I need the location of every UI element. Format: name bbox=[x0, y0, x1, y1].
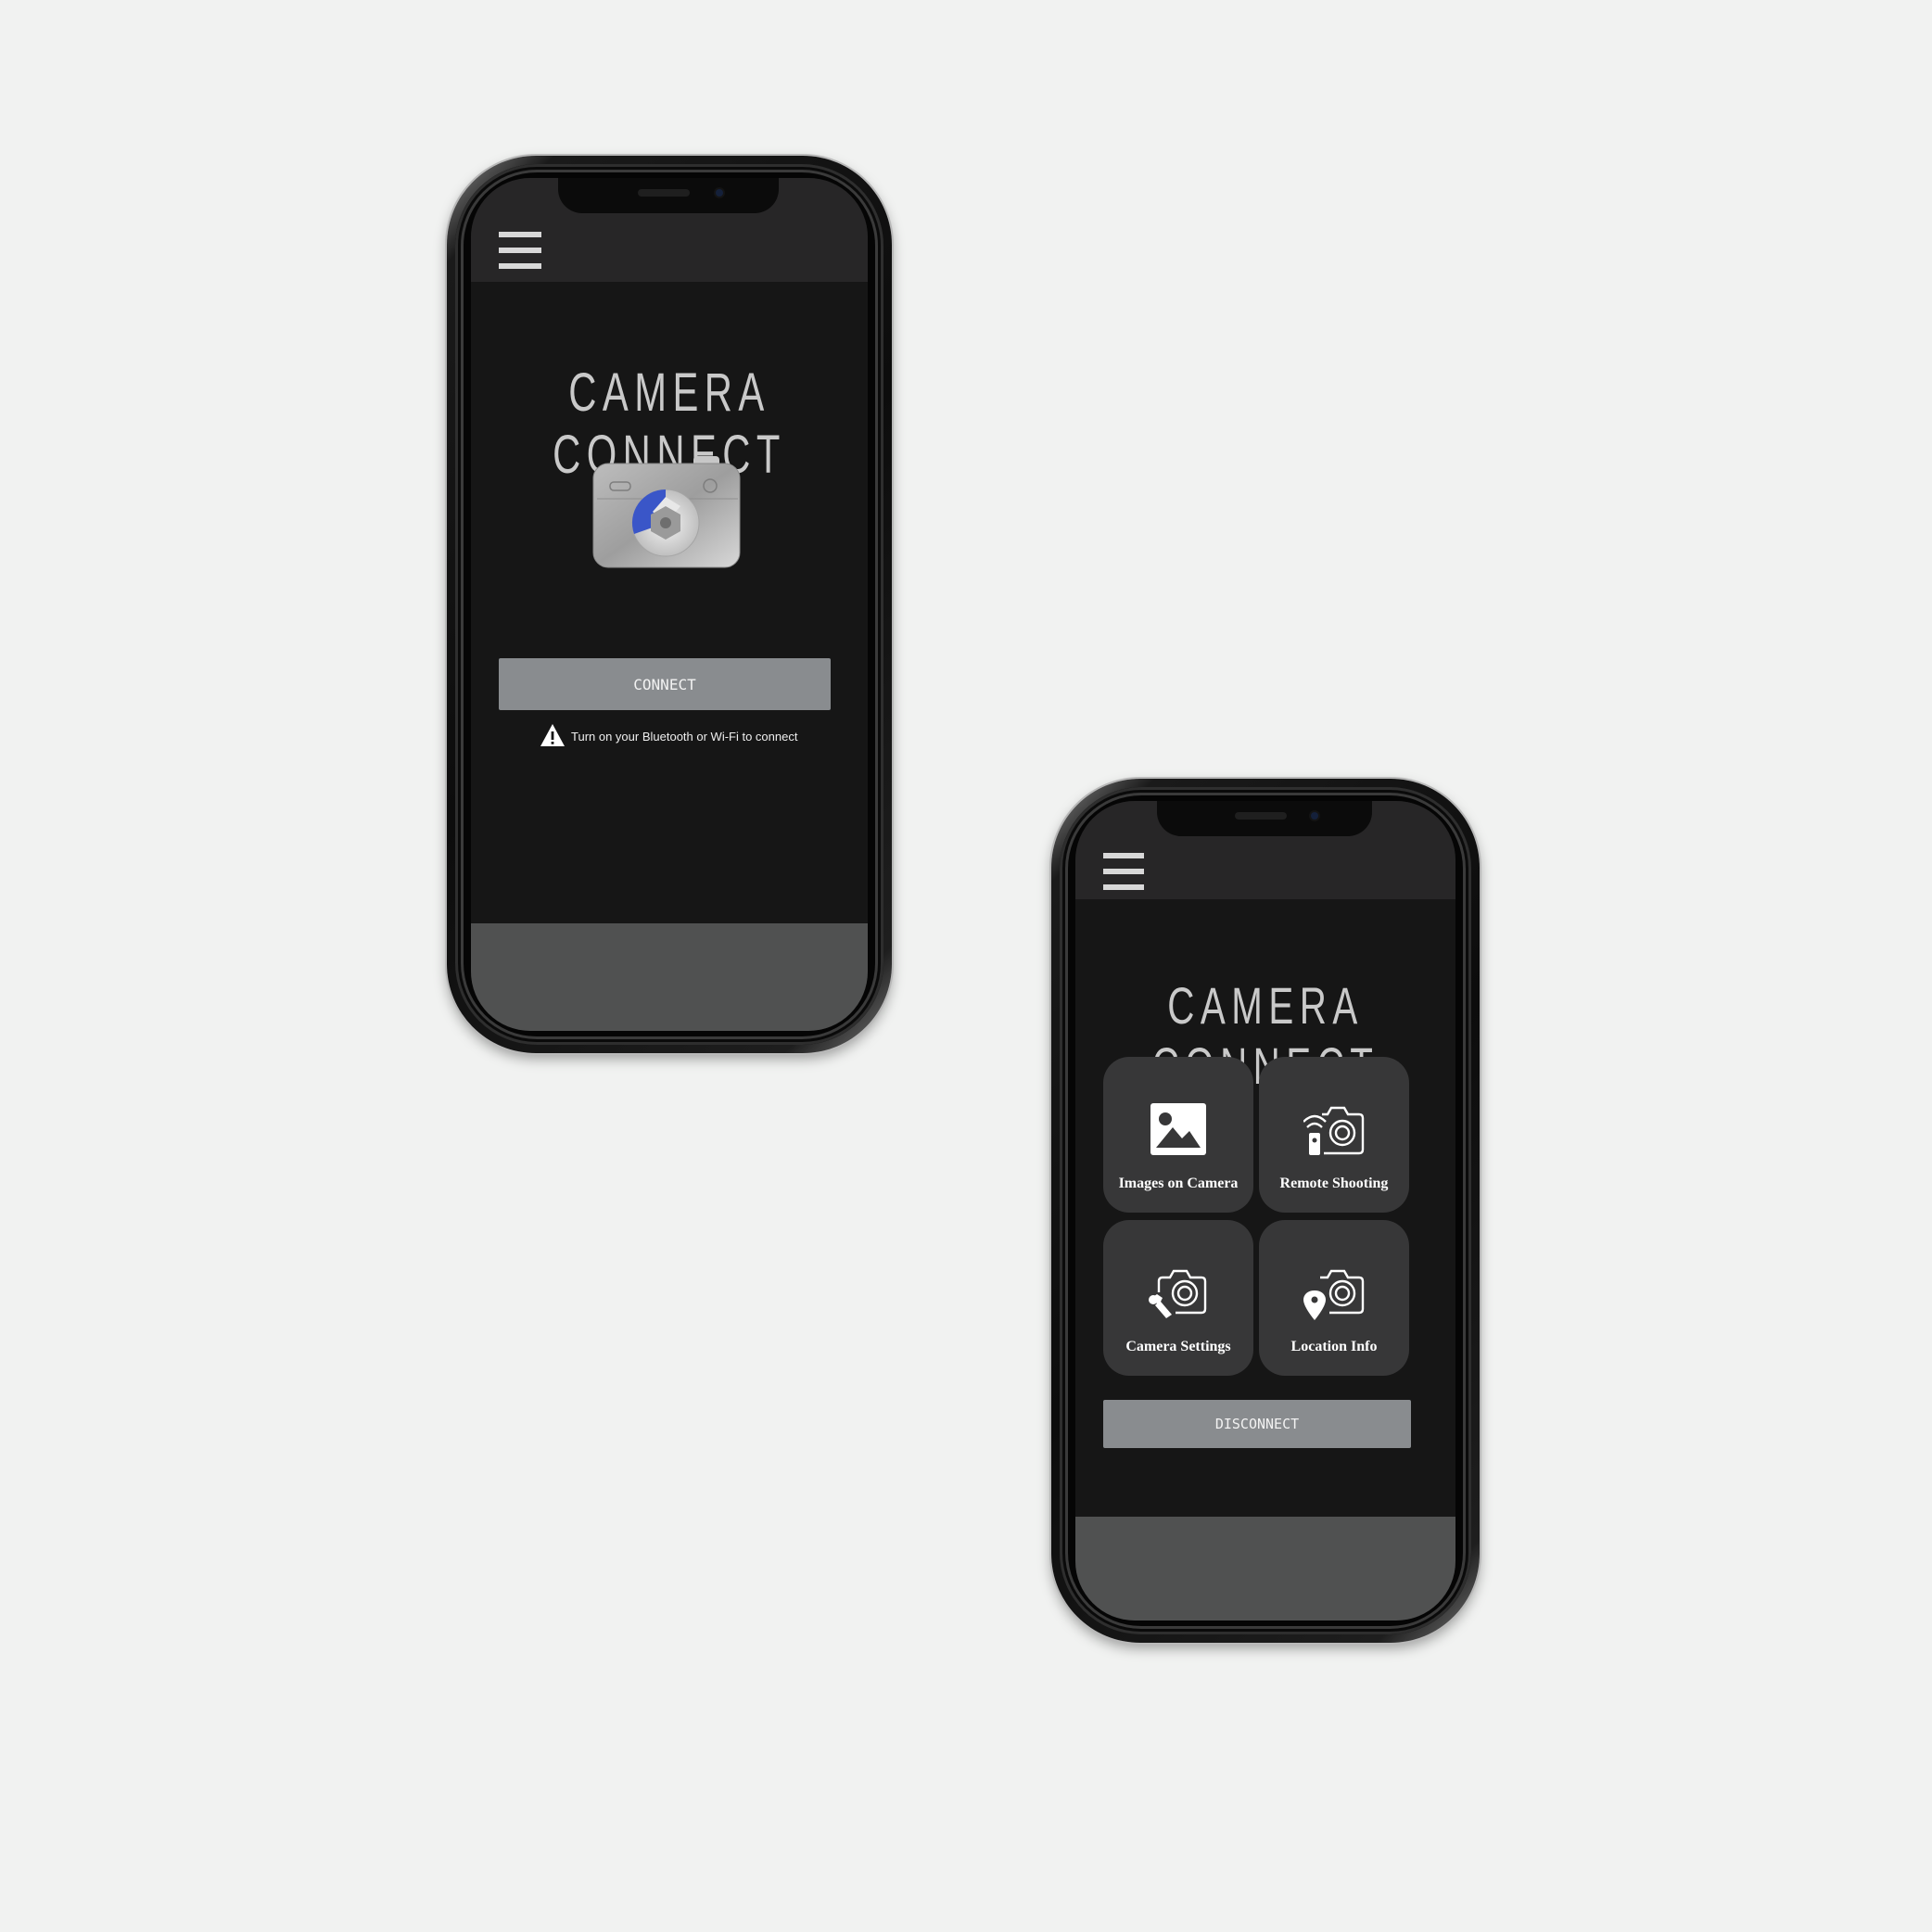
hamburger-menu-icon[interactable] bbox=[499, 232, 541, 279]
screen: CAMERA CONNECT Images on Camera bbox=[1075, 801, 1455, 1621]
warning-text: Turn on your Bluetooth or Wi-Fi to conne… bbox=[571, 730, 798, 744]
camera-settings-icon bbox=[1148, 1266, 1209, 1326]
tile-label: Remote Shooting bbox=[1279, 1176, 1389, 1191]
hamburger-menu-icon[interactable] bbox=[1103, 853, 1144, 900]
front-camera bbox=[716, 189, 723, 197]
tile-label: Camera Settings bbox=[1125, 1339, 1231, 1354]
tile-label: Location Info bbox=[1290, 1339, 1378, 1354]
disconnect-button[interactable]: DISCONNECT bbox=[1103, 1400, 1411, 1448]
tile-remote-shooting[interactable]: Remote Shooting bbox=[1259, 1057, 1409, 1213]
connection-warning: Turn on your Bluetooth or Wi-Fi to conne… bbox=[540, 723, 797, 750]
phone-connected-screen: CAMERA CONNECT Images on Camera bbox=[1051, 779, 1480, 1643]
tile-camera-settings[interactable]: Camera Settings bbox=[1103, 1220, 1253, 1376]
warning-icon bbox=[540, 723, 566, 750]
bottom-bar bbox=[471, 923, 868, 1031]
image-icon bbox=[1150, 1103, 1206, 1159]
speaker bbox=[1235, 812, 1287, 820]
notch bbox=[1157, 801, 1372, 836]
front-camera bbox=[1311, 812, 1318, 820]
camera-location-icon bbox=[1303, 1266, 1365, 1326]
speaker bbox=[638, 189, 690, 197]
connect-button[interactable]: CONNECT bbox=[499, 658, 831, 710]
tile-label: Images on Camera bbox=[1118, 1176, 1239, 1191]
notch bbox=[558, 178, 779, 213]
screen: CAMERA CONNECT CONNECT Turn on your Blue… bbox=[471, 178, 868, 1031]
tile-images-on-camera[interactable]: Images on Camera bbox=[1103, 1057, 1253, 1213]
tile-location-info[interactable]: Location Info bbox=[1259, 1220, 1409, 1376]
remote-camera-icon bbox=[1303, 1103, 1365, 1161]
camera-app-icon bbox=[591, 454, 745, 569]
bottom-bar bbox=[1075, 1517, 1455, 1621]
phone-connect-screen: CAMERA CONNECT CONNECT Turn on your Blue… bbox=[447, 156, 892, 1053]
